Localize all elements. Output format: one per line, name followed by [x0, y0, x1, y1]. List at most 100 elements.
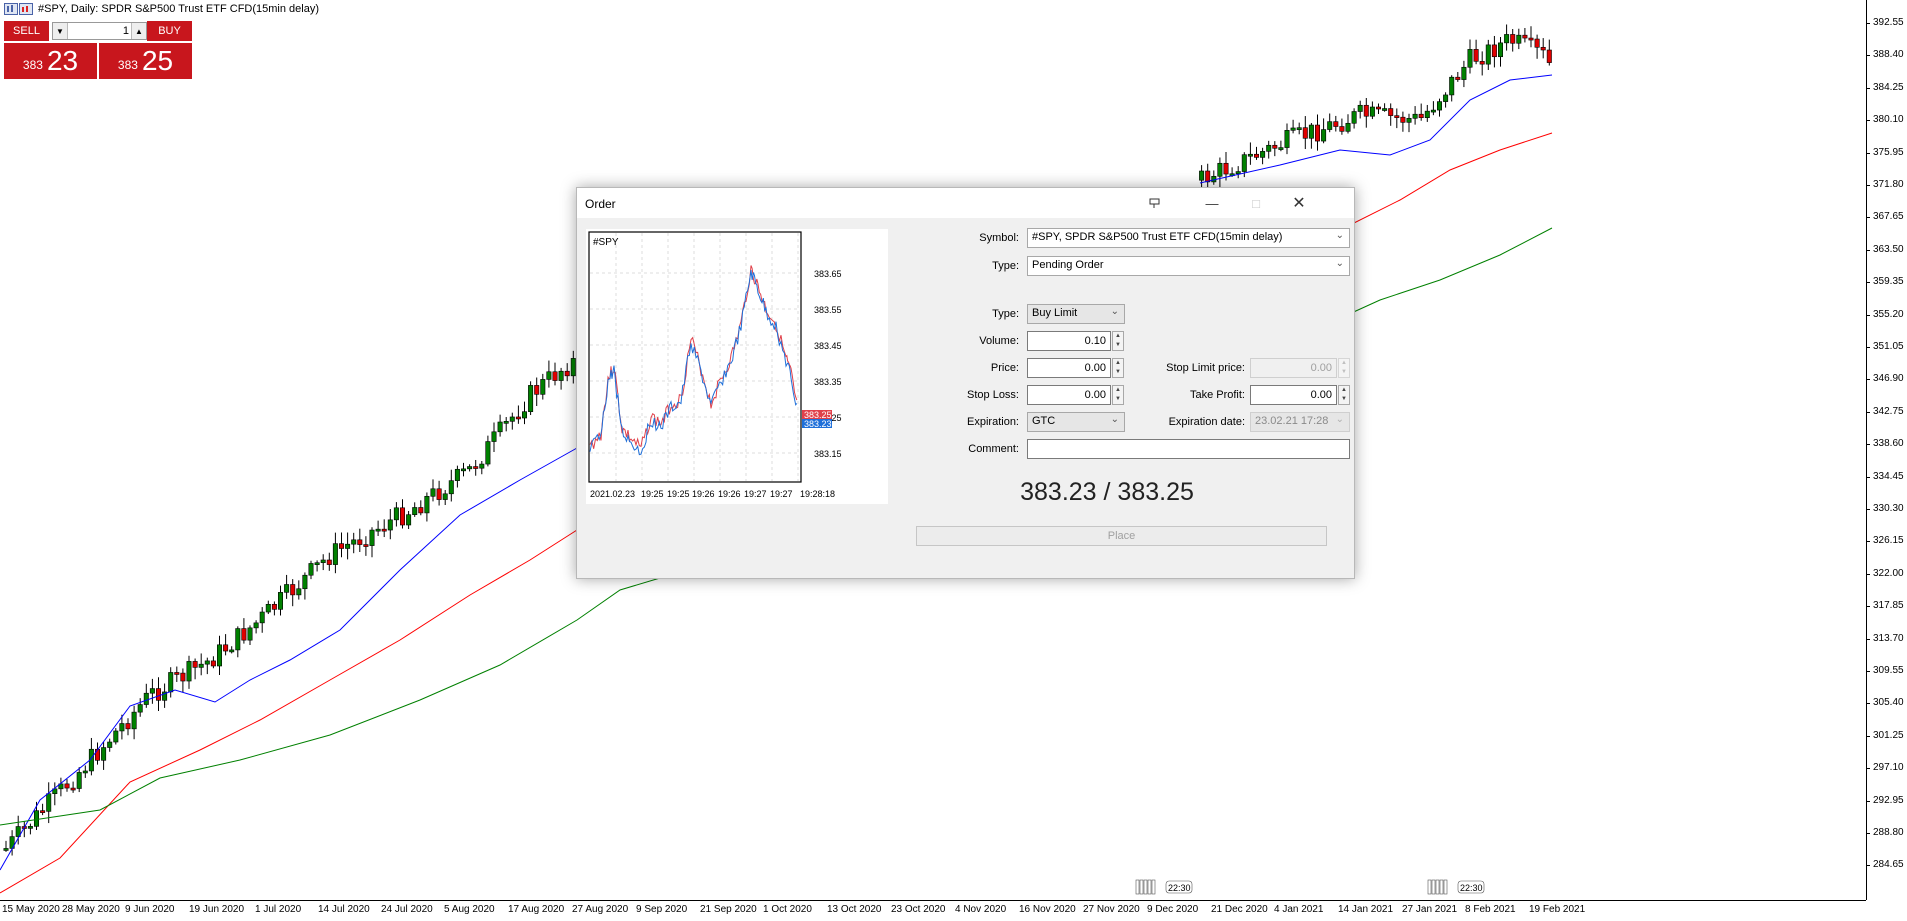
price-axis[interactable]: 392.55 388.40 384.25 380.10 375.95 371.80 367.… — [1866, 0, 1907, 900]
close-button[interactable]: ✕ — [1277, 188, 1321, 218]
pin-icon[interactable] — [1140, 188, 1170, 218]
lot-decrease-icon[interactable]: ▼ — [53, 23, 68, 39]
lot-size-input[interactable] — [68, 23, 131, 39]
down-arrow-icon[interactable]: ▼ — [1113, 395, 1123, 404]
time-tick-label: 5 Aug 2020 — [444, 904, 495, 915]
candle-body — [326, 559, 332, 565]
candle-body — [546, 371, 552, 380]
candle-body — [363, 544, 369, 547]
candle-body — [1333, 121, 1339, 127]
event-label: 22:30 — [1460, 883, 1483, 893]
candle-body — [1424, 110, 1430, 118]
candle-body — [119, 723, 125, 732]
up-arrow-icon[interactable]: ▲ — [1113, 332, 1123, 341]
price-tick-label: 371.80 — [1866, 179, 1904, 190]
price-spin[interactable]: ▲ ▼ — [1112, 358, 1124, 378]
time-tick-label: 14 Jul 2020 — [318, 904, 370, 915]
take-profit-input[interactable] — [1250, 385, 1337, 405]
comment-input[interactable] — [1027, 439, 1350, 459]
lot-increase-icon[interactable]: ▲ — [131, 23, 146, 39]
candle-body — [1455, 76, 1461, 80]
take-profit-stepper[interactable]: ▲▼ — [1250, 385, 1350, 405]
candle-body — [1351, 111, 1357, 124]
order-type-value: Buy Limit — [1032, 307, 1078, 319]
candle-body — [302, 574, 308, 590]
price-tick-label: 392.55 — [1866, 17, 1904, 28]
price-tick-label: 292.95 — [1866, 794, 1904, 806]
stop-loss-spin[interactable]: ▲ ▼ — [1112, 385, 1124, 405]
candle-body — [369, 529, 375, 546]
candle-body — [430, 488, 436, 497]
order-type-select[interactable]: Buy Limit ⌄ — [1027, 304, 1125, 324]
up-arrow-icon[interactable]: ▲ — [1113, 359, 1123, 368]
candle-body — [1284, 130, 1290, 148]
up-arrow-icon[interactable]: ▲ — [1113, 386, 1123, 395]
price-tick-label: 322.00 — [1866, 567, 1904, 579]
tick-chart: #SPY383.65383.55383.45383.35383.25383.15… — [586, 229, 888, 504]
minimize-button[interactable]: — — [1190, 188, 1234, 218]
candle-body — [540, 379, 546, 395]
price-input[interactable] — [1027, 358, 1111, 378]
time-tick-label: 28 May 2020 — [62, 904, 120, 915]
expiration-select[interactable]: GTC ⌄ — [1027, 412, 1125, 432]
candle-body — [1296, 127, 1302, 130]
candle-body — [174, 672, 180, 675]
candle-body — [82, 770, 88, 774]
candle-body — [320, 559, 326, 563]
price-stepper[interactable]: ▲▼ — [1027, 358, 1125, 378]
price-tick-label: 388.40 — [1866, 49, 1904, 61]
candle-body — [290, 584, 296, 596]
event-flag-icon — [1139, 879, 1144, 895]
symbol-select[interactable]: #SPY, SPDR S&P500 Trust ETF CFD(15min de… — [1027, 228, 1350, 248]
candle-body — [1406, 118, 1412, 123]
candle-body — [345, 543, 351, 549]
down-arrow-icon[interactable]: ▼ — [1339, 395, 1349, 404]
candle-body — [180, 672, 186, 682]
candle-body — [552, 371, 558, 381]
candle-body — [253, 622, 259, 629]
buy-button[interactable]: BUY — [147, 21, 192, 41]
symbol-label: Symbol: — [979, 232, 1019, 244]
volume-spin[interactable]: ▲ ▼ — [1112, 331, 1124, 351]
candle-body — [168, 672, 174, 693]
sell-price-button[interactable]: 383 23 — [4, 43, 97, 79]
price-tick-label: 309.55 — [1866, 665, 1904, 676]
stop-loss-stepper[interactable]: ▲▼ — [1027, 385, 1125, 405]
execution-type-select[interactable]: Pending Order ⌄ — [1027, 256, 1350, 276]
volume-stepper[interactable]: ▲▼ — [1027, 331, 1125, 351]
volume-input[interactable] — [1027, 331, 1111, 351]
price-label: Price: — [990, 362, 1019, 374]
candle-body — [375, 528, 381, 532]
time-tick-label: 27 Jan 2021 — [1402, 904, 1458, 915]
candle-body — [1412, 113, 1418, 119]
lot-size-stepper[interactable]: ▼ ▲ — [52, 22, 147, 40]
dialog-titlebar[interactable]: Order — □ ✕ — [577, 188, 1354, 218]
candle-body — [1388, 108, 1394, 116]
event-flag-icon — [1151, 879, 1156, 895]
candle-body — [515, 416, 521, 420]
tick-chart-price-label: 383.15 — [814, 449, 842, 459]
event-flag-icon — [1143, 879, 1148, 895]
time-tick-label: 14 Jan 2021 — [1338, 904, 1394, 915]
candle-body — [308, 563, 314, 576]
chevron-down-icon: ⌄ — [1335, 230, 1344, 241]
candle-body — [277, 592, 283, 610]
time-tick-label: 9 Sep 2020 — [636, 904, 688, 915]
take-profit-spin[interactable]: ▲ ▼ — [1338, 385, 1350, 405]
candle-body — [131, 711, 137, 730]
buy-price-button[interactable]: 383 25 — [99, 43, 192, 79]
candle-body — [1516, 34, 1522, 44]
sell-button[interactable]: SELL — [4, 21, 49, 41]
candle-body — [76, 772, 82, 789]
candle-body — [1205, 170, 1211, 183]
candle-body — [143, 692, 149, 705]
chart-window-icon — [4, 3, 33, 15]
down-arrow-icon[interactable]: ▼ — [1113, 341, 1123, 350]
down-arrow-icon[interactable]: ▼ — [1113, 368, 1123, 377]
candle-body — [1254, 153, 1260, 158]
tick-chart-plot — [588, 231, 802, 483]
candle-body — [271, 603, 277, 610]
stop-loss-input[interactable] — [1027, 385, 1111, 405]
time-axis[interactable]: 15 May 2020 28 May 2020 9 Jun 2020 19 Jun 2… — [0, 900, 1866, 921]
up-arrow-icon[interactable]: ▲ — [1339, 386, 1349, 395]
